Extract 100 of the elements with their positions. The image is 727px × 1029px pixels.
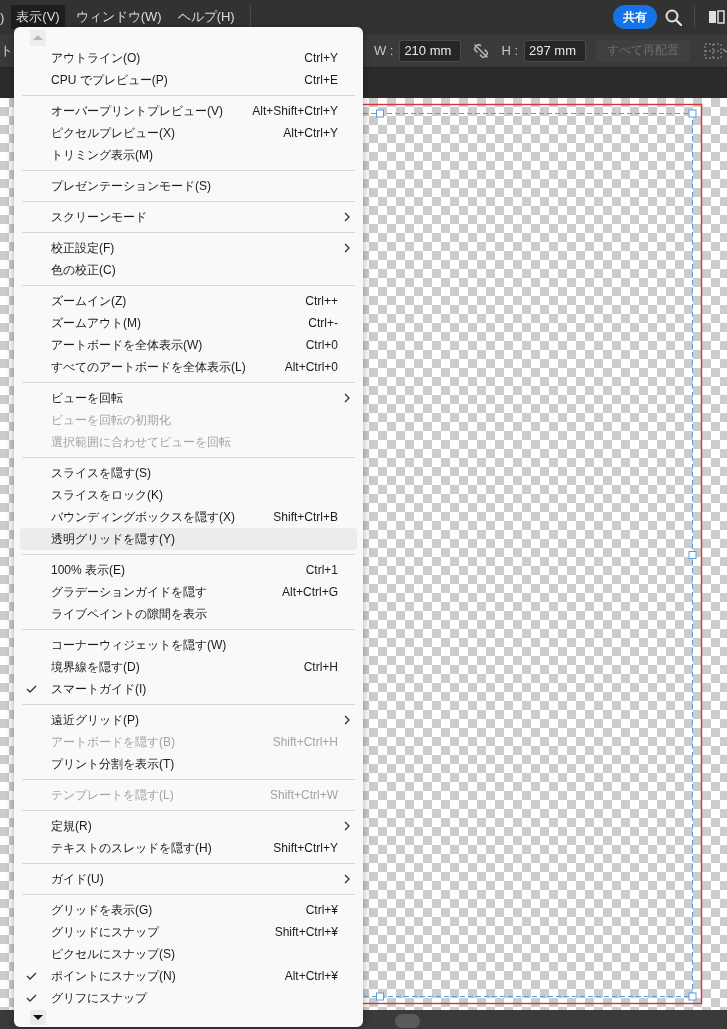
menu-item-label: スクリーンモード: [51, 208, 148, 226]
menu-item[interactable]: ズームイン(Z) Ctrl++: [20, 290, 357, 312]
unlink-icon: [473, 42, 490, 59]
menu-item[interactable]: ガイド(U): [20, 868, 357, 890]
scrollbar-thumb[interactable]: [395, 1014, 420, 1028]
menu-item-label: 定規(R): [51, 817, 93, 835]
menu-item-label: ポイントにスナップ(N): [51, 967, 177, 985]
menu-item[interactable]: グリフにスナップ: [20, 987, 357, 1009]
menu-item[interactable]: バウンディングボックスを隠す(X) Shift+Ctrl+B: [20, 506, 357, 528]
menu-item[interactable]: ライブペイントの隙間を表示: [20, 603, 357, 625]
menu-item[interactable]: グリッドにスナップ Shift+Ctrl+¥: [20, 921, 357, 943]
bounding-box-handle[interactable]: [376, 109, 384, 118]
menu-item[interactable]: ピクセルにスナップ(S): [20, 943, 357, 965]
menu-item[interactable]: 境界線を隠す(D) Ctrl+H: [20, 656, 357, 678]
menu-item-label: ズームアウト(M): [51, 314, 142, 332]
menu-item-label: アートボードを隠す(B): [51, 733, 176, 751]
menu-item[interactable]: アウトライン(O) Ctrl+Y: [20, 47, 357, 69]
panel-button[interactable]: [707, 8, 727, 26]
menu-item-label: ズームイン(Z): [51, 292, 128, 310]
bounding-box-handle[interactable]: [688, 109, 697, 118]
menu-item-label: スライスを隠す(S): [51, 464, 152, 482]
menu-item-label: テンプレートを隠す(L): [51, 786, 175, 804]
menu-item-label: トリミング表示(M): [51, 146, 154, 164]
scroll-down-button[interactable]: [30, 1010, 46, 1025]
menu-item[interactable]: プリント分割を表示(T): [20, 753, 357, 775]
grid-dropdown-icon: [704, 41, 727, 60]
menu-bar-item[interactable]: ): [0, 6, 6, 28]
height-field[interactable]: 297 mm: [524, 39, 586, 62]
bounding-box-handle[interactable]: [688, 551, 697, 559]
shortcut-label: Ctrl+E: [304, 73, 338, 87]
menu-item-label: 100% 表示(E): [51, 561, 127, 579]
menu-item-label: 選択範囲に合わせてビューを回転: [51, 433, 232, 451]
scroll-up-button[interactable]: [30, 30, 46, 46]
shortcut-label: Shift+Ctrl+H: [272, 735, 338, 749]
width-field[interactable]: 210 mm: [399, 39, 462, 62]
shortcut-label: Alt+Ctrl+G: [282, 585, 338, 599]
shortcut-label: Shift+Ctrl+B: [273, 510, 338, 524]
shortcut-label: Shift+Ctrl+W: [270, 788, 338, 802]
menu-bar-item[interactable]: 表示(V): [11, 5, 65, 29]
shortcut-label: Ctrl+-: [308, 316, 338, 330]
shortcut-label: Ctrl+Y: [304, 51, 338, 65]
menu-item-label: オーバープリントプレビュー(V): [51, 102, 224, 120]
bounding-box-handle[interactable]: [688, 992, 697, 1001]
menu-item-label: すべてのアートボードを全体表示(L): [51, 358, 247, 376]
menu-item[interactable]: コーナーウィジェットを隠す(W): [20, 634, 357, 656]
shortcut-label: Ctrl+1: [305, 563, 338, 577]
bounding-box-handle[interactable]: [376, 992, 384, 1001]
menu-item-label: ビューを回転: [51, 389, 124, 407]
menu-item-label: ガイド(U): [51, 870, 105, 888]
height-label: H :: [501, 43, 518, 58]
menu-item[interactable]: すべてのアートボードを全体表示(L) Alt+Ctrl+0: [20, 356, 357, 378]
menu-item-label: ビューを回転の初期化: [51, 411, 172, 429]
menu-item-label: ピクセルプレビュー(X): [51, 124, 176, 142]
menu-item[interactable]: アートボードを全体表示(W) Ctrl+0: [20, 334, 357, 356]
menu-item-label: スマートガイド(I): [51, 680, 148, 698]
menu-item[interactable]: テキストのスレッドを隠す(H) Shift+Ctrl+Y: [20, 837, 357, 859]
menu-item[interactable]: ビューを回転: [20, 387, 357, 409]
width-label: W :: [373, 43, 394, 58]
shortcut-label: Ctrl++: [305, 294, 338, 308]
menu-item[interactable]: スマートガイド(I): [20, 678, 357, 700]
shortcut-label: Ctrl+H: [303, 660, 338, 674]
share-button[interactable]: 共有: [613, 5, 657, 29]
shortcut-label: Shift+Ctrl+¥: [274, 925, 338, 939]
shortcut-label: Alt+Shift+Ctrl+Y: [252, 104, 338, 118]
menu-item[interactable]: ズームアウト(M) Ctrl+-: [20, 312, 357, 334]
menu-item[interactable]: 定規(R): [20, 815, 357, 837]
menu-item[interactable]: スクリーンモード: [20, 206, 357, 228]
shortcut-label: Alt+Ctrl+¥: [284, 969, 338, 983]
menu-item-label: 境界線を隠す(D): [51, 658, 141, 676]
menu-item[interactable]: トリミング表示(M): [20, 144, 357, 166]
menu-bar-item[interactable]: ヘルプ(H): [172, 5, 240, 29]
toolbar-label: ト: [0, 41, 13, 60]
menu-item-label: バウンディングボックスを隠す(X): [51, 508, 236, 526]
menu-item[interactable]: 遠近グリッド(P): [20, 709, 357, 731]
menu-item-label: コーナーウィジェットを隠す(W): [51, 636, 228, 654]
menu-item[interactable]: グリッドを表示(G) Ctrl+¥: [20, 899, 357, 921]
menu-item[interactable]: スライスを隠す(S): [20, 462, 357, 484]
menu-item[interactable]: 透明グリッドを隠す(Y): [20, 528, 357, 550]
menu-item-label: 遠近グリッド(P): [51, 711, 140, 729]
menu-item-label: プリント分割を表示(T): [51, 755, 176, 773]
menu-item[interactable]: グラデーションガイドを隠す Alt+Ctrl+G: [20, 581, 357, 603]
menu-bar-item[interactable]: ウィンドウ(W): [70, 5, 167, 29]
menu-item[interactable]: 校正設定(F): [20, 237, 357, 259]
menu-item[interactable]: スライスをロック(K): [20, 484, 357, 506]
menu-item-label: グリフにスナップ: [51, 989, 149, 1007]
shortcut-label: Shift+Ctrl+Y: [273, 841, 338, 855]
menu-item-label: ピクセルにスナップ(S): [51, 945, 176, 963]
menu-item[interactable]: ポイントにスナップ(N) Alt+Ctrl+¥: [20, 965, 357, 987]
menu-item-label: スライスをロック(K): [51, 486, 164, 504]
menu-item[interactable]: 100% 表示(E) Ctrl+1: [20, 559, 357, 581]
menu-item-label: プレゼンテーションモード(S): [51, 177, 212, 195]
menu-item-label: グリッドを表示(G): [51, 901, 154, 919]
menu-item[interactable]: オーバープリントプレビュー(V) Alt+Shift+Ctrl+Y: [20, 100, 357, 122]
menu-item[interactable]: ピクセルプレビュー(X) Alt+Ctrl+Y: [20, 122, 357, 144]
menu-item-label: 校正設定(F): [51, 239, 116, 257]
menu-item-label: グリッドにスナップ: [51, 923, 161, 941]
menu-item-label: ライブペイントの隙間を表示: [51, 605, 208, 623]
menu-item[interactable]: CPU でプレビュー(P) Ctrl+E: [20, 69, 357, 91]
menu-item[interactable]: 色の校正(C): [20, 259, 357, 281]
menu-item[interactable]: プレゼンテーションモード(S): [20, 175, 357, 197]
